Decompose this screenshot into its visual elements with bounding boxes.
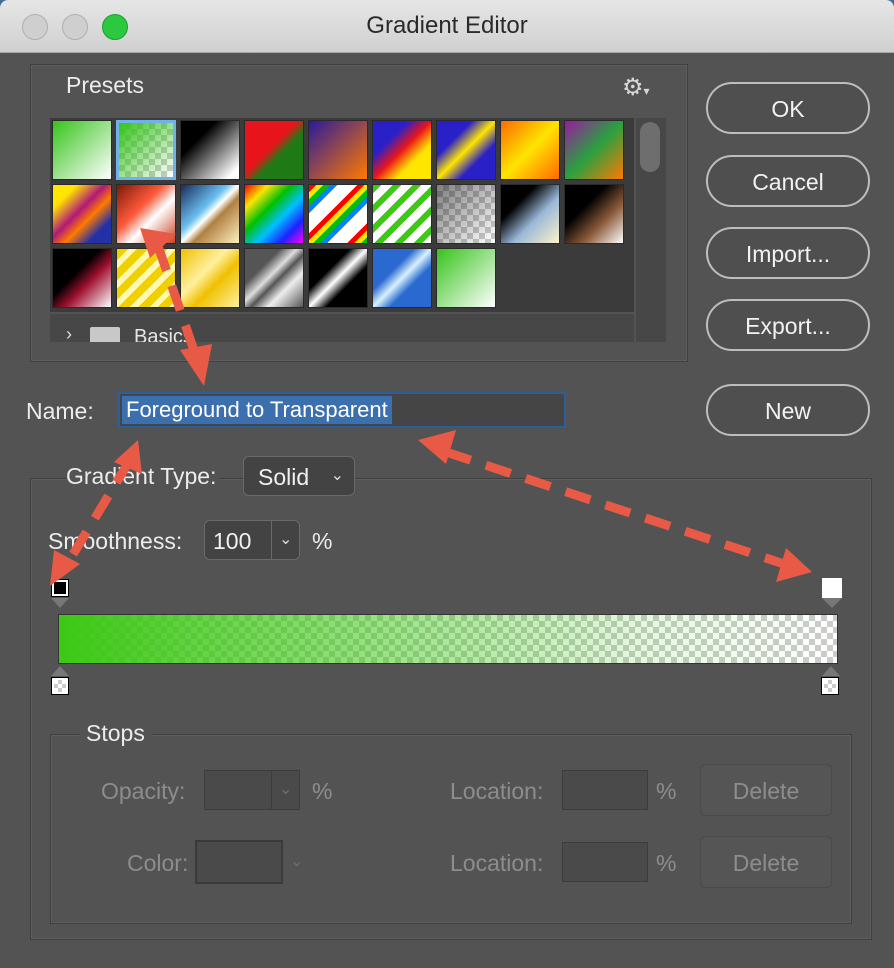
preset-swatch-violet-orange[interactable]	[308, 120, 368, 180]
opacity-field-divider	[271, 771, 272, 809]
preset-swatch-yellow-violet-orange-blue[interactable]	[52, 184, 112, 244]
opacity-location-unit: %	[656, 778, 677, 804]
preset-swatch-blue-red-yellow[interactable]	[372, 120, 432, 180]
color-stop-left[interactable]	[51, 677, 69, 695]
preset-swatch-blue-silver[interactable]	[372, 248, 432, 308]
smoothness-value: 100	[213, 528, 252, 554]
color-stop-right[interactable]	[821, 677, 839, 695]
title-bar: Gradient Editor	[0, 0, 894, 53]
stops-panel	[50, 734, 852, 924]
chevron-down-icon: ⌄	[279, 531, 293, 548]
window-title: Gradient Editor	[366, 12, 528, 39]
delete-color-stop-button[interactable]: Delete	[700, 836, 832, 888]
chevron-down-icon[interactable]: ⌄	[290, 851, 303, 871]
preset-swatch-neutral-density[interactable]	[436, 184, 496, 244]
cancel-button[interactable]: Cancel	[706, 155, 870, 207]
gradient-type-label: Gradient Type:	[66, 463, 221, 490]
preset-swatch-yellow-stripes[interactable]	[116, 248, 176, 308]
color-stop-right-pointer	[822, 666, 840, 676]
preset-swatch-black-red-white[interactable]	[52, 248, 112, 308]
preset-swatch-black-white-black[interactable]	[308, 248, 368, 308]
name-field-value: Foreground to Transparent	[122, 396, 392, 424]
color-label: Color:	[127, 850, 189, 876]
folder-icon	[90, 327, 120, 342]
arrowhead-icon	[418, 430, 456, 464]
import-button[interactable]: Import...	[706, 227, 870, 279]
preset-swatch-green-transparent-selected[interactable]	[116, 120, 176, 180]
opacity-field[interactable]: ⌄	[204, 770, 300, 810]
smoothness-divider	[271, 521, 272, 559]
chevron-down-icon: ⌄	[279, 781, 293, 798]
presets-label: Presets	[66, 72, 144, 98]
color-swatch[interactable]	[195, 840, 283, 884]
preset-swatch-chrome[interactable]	[180, 184, 240, 244]
chevron-down-icon: ⌄	[330, 467, 344, 484]
opacity-stop-right-pointer	[822, 598, 842, 608]
presets-grid	[50, 118, 634, 312]
opacity-unit: %	[312, 778, 333, 804]
preset-swatch-green-white[interactable]	[52, 120, 112, 180]
preset-swatch-spectrum[interactable]	[244, 184, 304, 244]
preset-swatch-red-green[interactable]	[244, 120, 304, 180]
gradient-type-select[interactable]: Solid ⌄	[243, 456, 355, 496]
color-location-label: Location:	[450, 850, 544, 876]
presets-scrollbar-thumb[interactable]	[640, 122, 660, 172]
export-button[interactable]: Export...	[706, 299, 870, 351]
smoothness-field[interactable]: 100 ⌄	[204, 520, 300, 560]
name-label: Name:	[26, 398, 94, 424]
preset-swatch-steel[interactable]	[244, 248, 304, 308]
preset-swatch-blue-cream[interactable]	[500, 184, 560, 244]
preset-swatch-violet-green-orange[interactable]	[564, 120, 624, 180]
opacity-label: Opacity:	[101, 778, 186, 804]
preset-swatch-transparent-rainbow[interactable]	[308, 184, 368, 244]
delete-opacity-stop-button[interactable]: Delete	[700, 764, 832, 816]
opacity-stop-left[interactable]	[51, 579, 69, 597]
preset-swatch-copper[interactable]	[116, 184, 176, 244]
preset-swatch-blue-yellow-blue[interactable]	[436, 120, 496, 180]
ok-button[interactable]: OK	[706, 82, 870, 134]
smoothness-unit: %	[312, 528, 333, 554]
opacity-stop-left-pointer	[51, 598, 69, 608]
preset-swatch-sepia-white[interactable]	[564, 184, 624, 244]
preset-swatch-gold[interactable]	[180, 248, 240, 308]
preset-swatch-transparent-stripes[interactable]	[372, 184, 432, 244]
color-location-unit: %	[656, 850, 677, 876]
color-location-field[interactable]	[562, 842, 648, 882]
new-button[interactable]: New	[706, 384, 870, 436]
gradient-editor-window: Gradient Editor Presets ⚙▾ › Basics OK C…	[0, 0, 894, 968]
gear-icon[interactable]: ⚙▾	[622, 73, 650, 102]
presets-folder-row[interactable]: › Basics	[50, 314, 634, 342]
opacity-location-field[interactable]	[562, 770, 648, 810]
opacity-stop-right[interactable]	[822, 578, 842, 598]
opacity-location-label: Location:	[450, 778, 544, 804]
color-stop-left-pointer	[51, 666, 69, 676]
gradient-bar[interactable]	[58, 614, 838, 664]
gradient-bar-fill	[59, 615, 837, 663]
chevron-right-icon: ›	[66, 324, 72, 342]
preset-swatch-black-white[interactable]	[180, 120, 240, 180]
preset-swatch-green-white-2[interactable]	[436, 248, 496, 308]
gradient-type-value: Solid	[258, 464, 310, 490]
stops-label: Stops	[80, 720, 151, 747]
folder-label: Basics	[134, 326, 193, 342]
smoothness-label: Smoothness:	[48, 528, 183, 554]
preset-swatch-orange-yellow-orange[interactable]	[500, 120, 560, 180]
